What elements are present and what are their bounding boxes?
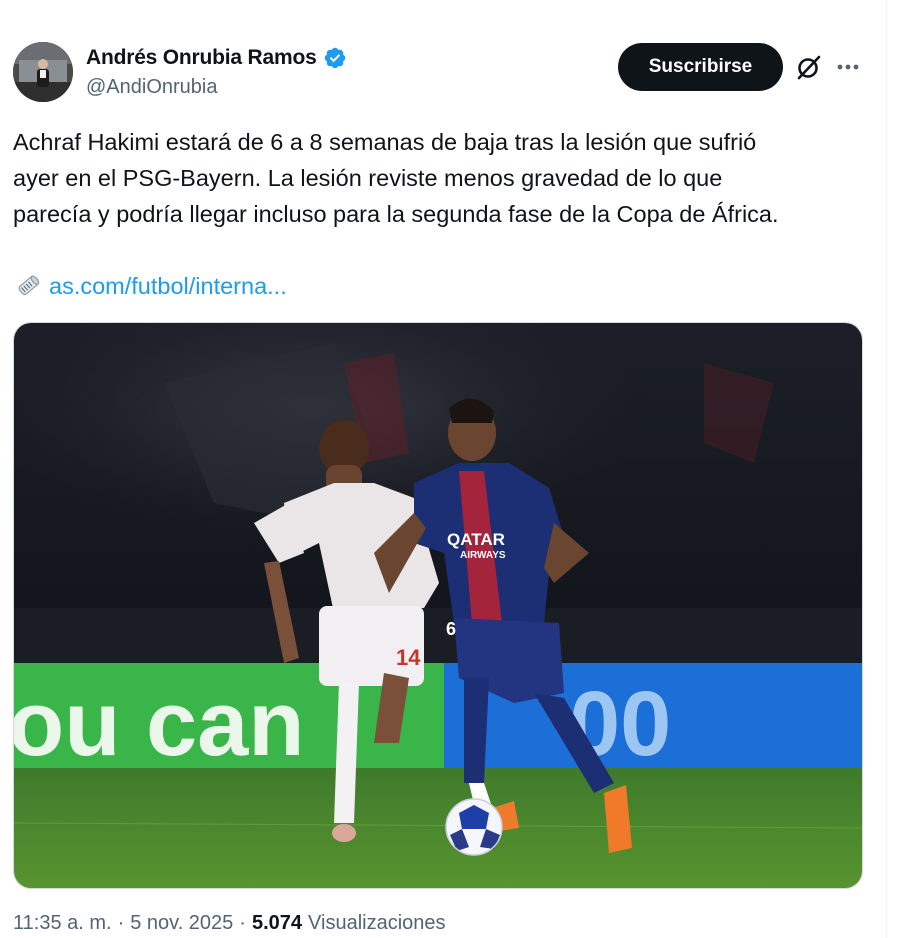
avatar[interactable] xyxy=(13,42,73,102)
player-left-number: 14 xyxy=(396,645,421,670)
rolled-newspaper-icon xyxy=(18,275,40,295)
tweet-date[interactable]: 5 nov. 2025 xyxy=(130,912,233,935)
subscribe-button[interactable]: Suscribirse xyxy=(618,43,783,91)
handle[interactable]: @AndiOnrubia xyxy=(86,76,217,99)
meta-separator: · xyxy=(117,912,125,934)
verified-badge-icon[interactable] xyxy=(323,46,347,70)
name-row: Andrés Onrubia Ramos xyxy=(86,46,347,70)
views-count: 5.074 xyxy=(251,912,303,934)
football-match-photo: ou can 00 14 QATAR AIRWAYS 6 xyxy=(14,323,862,888)
timeline-divider xyxy=(886,0,887,938)
tweet-media-photo[interactable]: ou can 00 14 QATAR AIRWAYS 6 xyxy=(13,322,863,889)
board-text: ou can xyxy=(14,673,304,775)
tweet-text-line: ayer en el PSG-Bayern. La lesión reviste… xyxy=(13,165,723,191)
tweet-text-line: parecía y podría llegar incluso para la … xyxy=(13,201,779,227)
more-horizontal-icon[interactable] xyxy=(835,54,861,80)
tweet-link[interactable]: as.com/futbol/interna... xyxy=(49,273,287,300)
sponsor-line-2: AIRWAYS xyxy=(460,550,506,561)
tweet-text-line: Achraf Hakimi estará de 6 a 8 semanas de… xyxy=(13,129,757,155)
link-row: as.com/futbol/interna... xyxy=(13,268,287,304)
avatar-image xyxy=(13,42,73,102)
football-ball xyxy=(445,798,503,856)
player-right-number: 6 xyxy=(446,619,456,639)
grok-icon[interactable] xyxy=(795,53,823,81)
sponsor-line-1: QATAR xyxy=(447,530,505,549)
tweet-header: Andrés Onrubia Ramos @AndiOnrubia Suscri… xyxy=(13,42,873,104)
meta-separator: · xyxy=(239,912,246,934)
tweet-text: Achraf Hakimi estará de 6 a 8 semanas de… xyxy=(13,124,873,232)
views-label: Visualizaciones xyxy=(308,912,446,934)
tweet-time[interactable]: 11:35 a. m. xyxy=(13,912,112,935)
display-name[interactable]: Andrés Onrubia Ramos xyxy=(86,46,317,70)
tweet-meta: 11:35 a. m. · 5 nov. 2025 · 5.074 Visual… xyxy=(13,912,446,935)
